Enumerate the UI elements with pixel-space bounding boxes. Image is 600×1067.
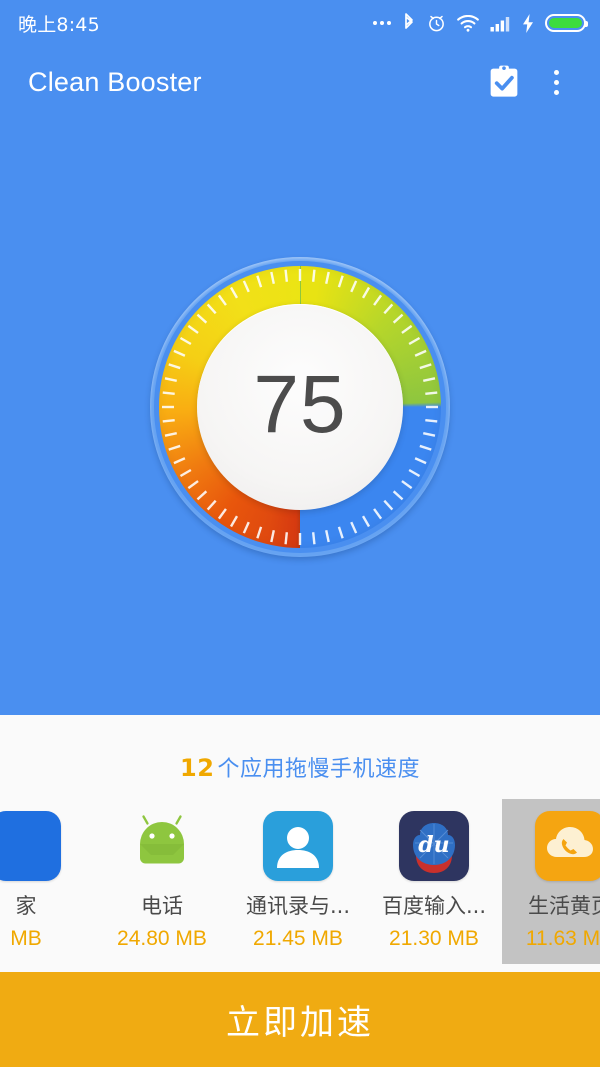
status-bar: 晚上8:45 <box>0 0 600 46</box>
list-item[interactable]: 通讯录与... 21.45 MB <box>230 799 366 964</box>
contacts-person-icon <box>263 810 333 881</box>
app-name: 电话 <box>141 893 183 918</box>
gauge-stage: 75 <box>0 118 600 715</box>
svg-text:du: du <box>418 832 449 858</box>
list-item-selected[interactable]: 生活黄页 11.63 MB <box>502 798 600 964</box>
apps-panel: 12 个应用拖慢手机速度 家 MB 电话 24.80 MB 通讯录与... 21… <box>0 714 600 972</box>
list-item[interactable]: du 百度输入... 21.30 MB <box>366 799 502 964</box>
blue-rounded-icon <box>0 810 61 881</box>
yellow-pages-cloud-phone-icon <box>535 810 600 881</box>
android-robot-icon <box>127 811 197 881</box>
app-size: MB <box>10 926 42 950</box>
clipboard-check-icon[interactable] <box>478 56 530 108</box>
overflow-menu-icon[interactable] <box>530 56 582 108</box>
charging-bolt-icon <box>522 13 534 33</box>
list-item[interactable]: 家 MB <box>0 799 94 964</box>
status-time: 晚上8:45 <box>18 13 100 36</box>
app-name: 家 <box>15 893 37 918</box>
boost-now-label: 立即加速 <box>226 1003 374 1043</box>
app-bar: Clean Booster <box>0 46 600 118</box>
app-screen: 晚上8:45 Clean Booster 75 12 个应用拖慢手机速度 家 M… <box>0 0 600 1067</box>
status-icon-group <box>373 12 588 34</box>
page-title: Clean Booster <box>28 66 202 97</box>
gauge-value: 75 <box>253 359 347 450</box>
list-item[interactable]: 电话 24.80 MB <box>94 799 230 964</box>
baidu-du-bear-icon: du <box>399 810 469 881</box>
bluetooth-icon <box>402 12 416 34</box>
more-dots-icon <box>373 21 391 25</box>
battery-icon <box>545 14 588 32</box>
apps-panel-title: 12 个应用拖慢手机速度 <box>0 715 600 799</box>
performance-gauge[interactable]: 75 <box>150 257 450 557</box>
app-size: 11.63 MB <box>525 926 600 950</box>
app-list[interactable]: 家 MB 电话 24.80 MB 通讯录与... 21.45 MB du 百度输… <box>0 798 600 972</box>
wifi-icon <box>457 14 479 32</box>
app-size: 24.80 MB <box>117 926 207 950</box>
app-name: 百度输入... <box>381 893 487 918</box>
slow-app-count: 12 <box>180 753 215 782</box>
app-size: 21.45 MB <box>253 926 343 950</box>
boost-now-button[interactable]: 立即加速 <box>0 972 600 1067</box>
app-name: 生活黄页 <box>528 893 600 918</box>
slow-app-message: 个应用拖慢手机速度 <box>217 756 420 782</box>
signal-icon <box>490 15 511 32</box>
app-size: 21.30 MB <box>389 926 479 950</box>
gauge-dial-face: 75 <box>197 304 403 510</box>
alarm-icon <box>427 13 446 33</box>
app-name: 通讯录与... <box>245 893 351 918</box>
